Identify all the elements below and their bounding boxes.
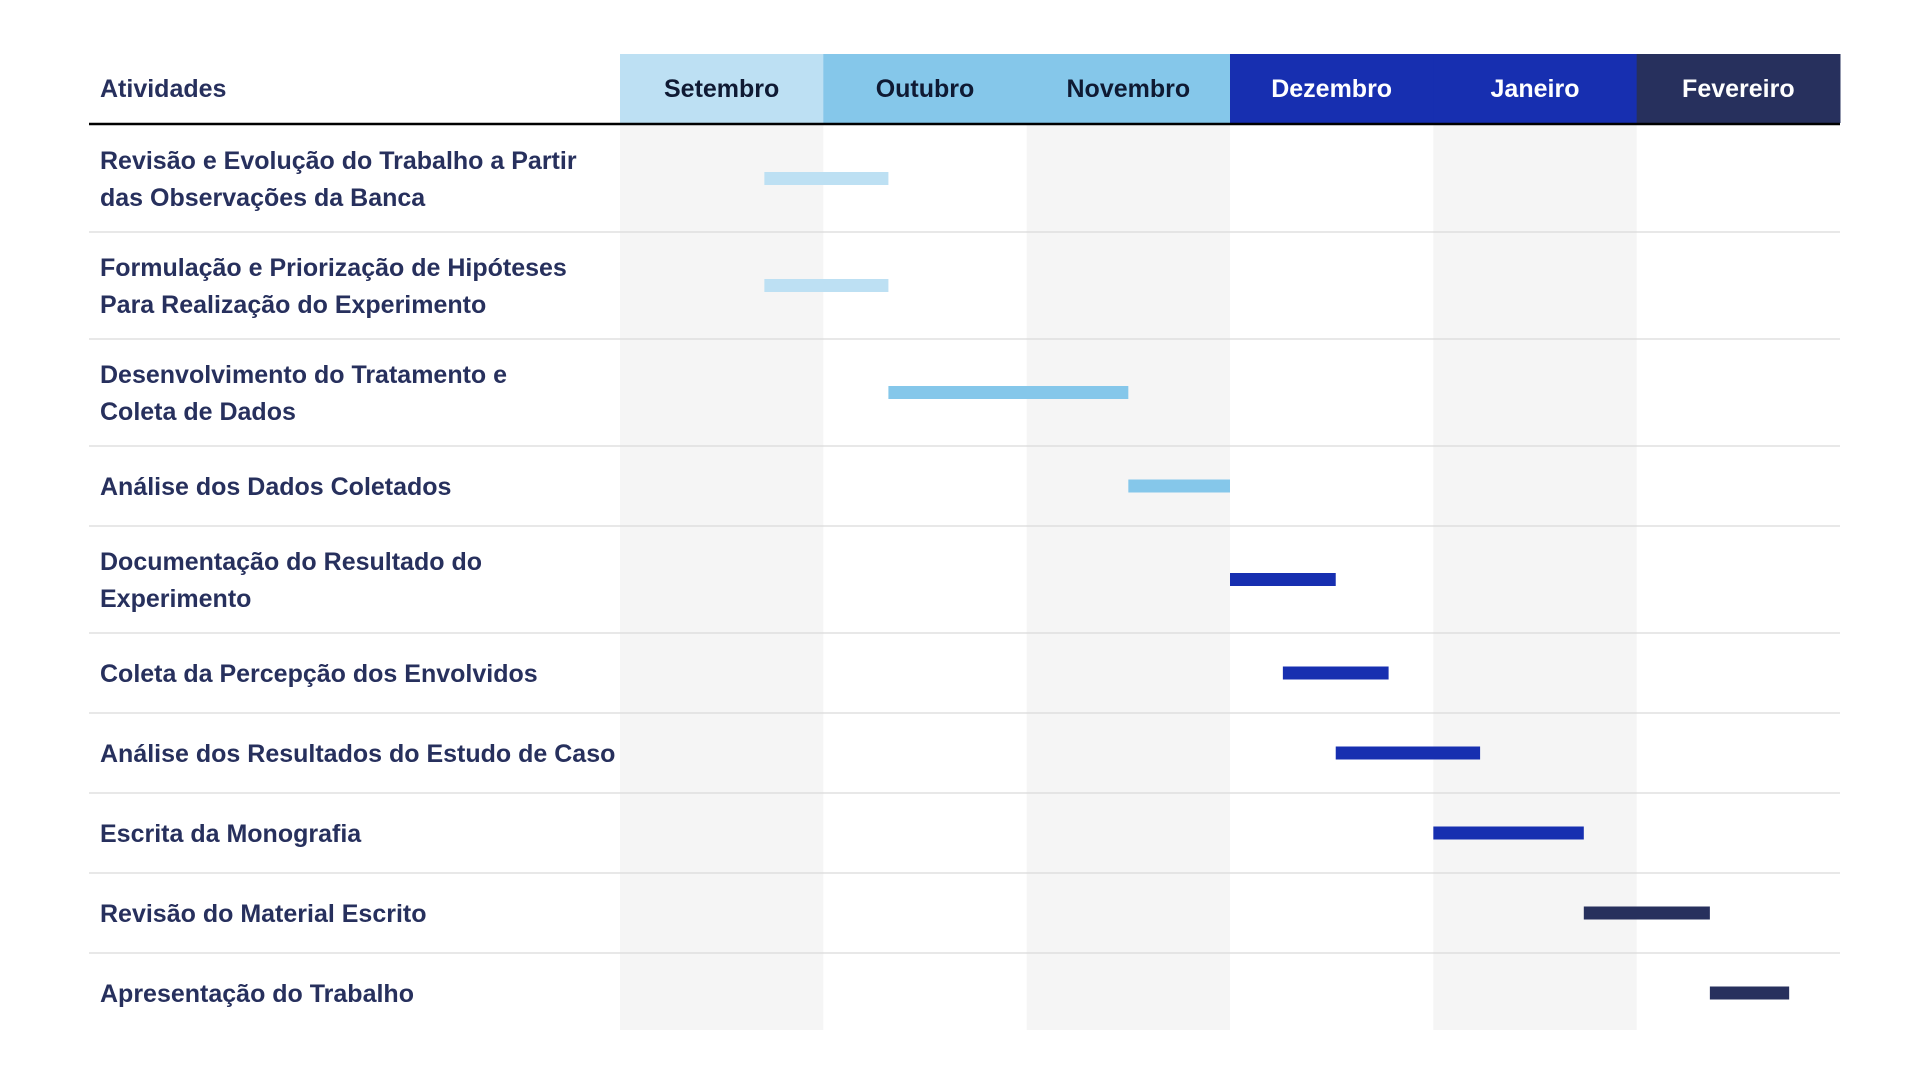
task-label: Formulação e Priorização de Hipóteses (100, 254, 567, 282)
task-bar (764, 279, 889, 292)
activities-header-label: Atividades (100, 75, 226, 103)
month-header-label: Janeiro (1491, 75, 1580, 103)
task-bar (888, 386, 1129, 399)
task-label: Coleta da Percepção dos Envolvidos (100, 660, 538, 688)
task-label: Escrita da Monografia (100, 820, 362, 848)
task-bar (1335, 746, 1481, 760)
month-headers: Setembro Outubro Novembro Dezembro Janeiro Fe… (89, 54, 1841, 126)
task-bar (1230, 573, 1336, 586)
gantt-chart: Atividades Setembro Outubro Novembro Dezemb… (89, 54, 1841, 1030)
task-bar (1282, 666, 1389, 680)
month-header-label: Dezembro (1271, 75, 1392, 103)
month-header-label: Novembro (1067, 75, 1191, 103)
month-header-label: Setembro (664, 75, 779, 103)
month-shade-0 (620, 123, 824, 1030)
task-label: Experimento (100, 585, 251, 613)
chart-header: Atividades (100, 75, 226, 103)
task-label: Apresentação do Trabalho (100, 980, 414, 1008)
task-bar (1583, 906, 1710, 920)
task-bar (1433, 826, 1584, 840)
task-label: Análise dos Dados Coletados (100, 473, 451, 501)
task-label: Revisão e Evolução do Trabalho a Partir (100, 147, 577, 175)
month-shade-2 (1026, 123, 1230, 1030)
task-label: Coleta de Dados (100, 398, 296, 426)
task-label: das Observações da Banca (100, 184, 426, 212)
task-label: Desenvolvimento do Tratamento e (100, 361, 507, 389)
month-shade-layer (620, 123, 1637, 1030)
task-label: Análise dos Resultados do Estudo de Caso (100, 740, 615, 768)
month-header-label: Outubro (876, 75, 975, 103)
task-label: Documentação do Resultado do (100, 548, 482, 576)
task-bar (1709, 986, 1790, 1000)
month-shade-4 (1433, 123, 1637, 1030)
task-bar (764, 172, 889, 185)
task-bar (1128, 479, 1230, 493)
task-label: Revisão do Material Escrito (100, 900, 427, 928)
month-header-label: Fevereiro (1682, 75, 1795, 103)
task-label: Para Realização do Experimento (100, 291, 486, 319)
